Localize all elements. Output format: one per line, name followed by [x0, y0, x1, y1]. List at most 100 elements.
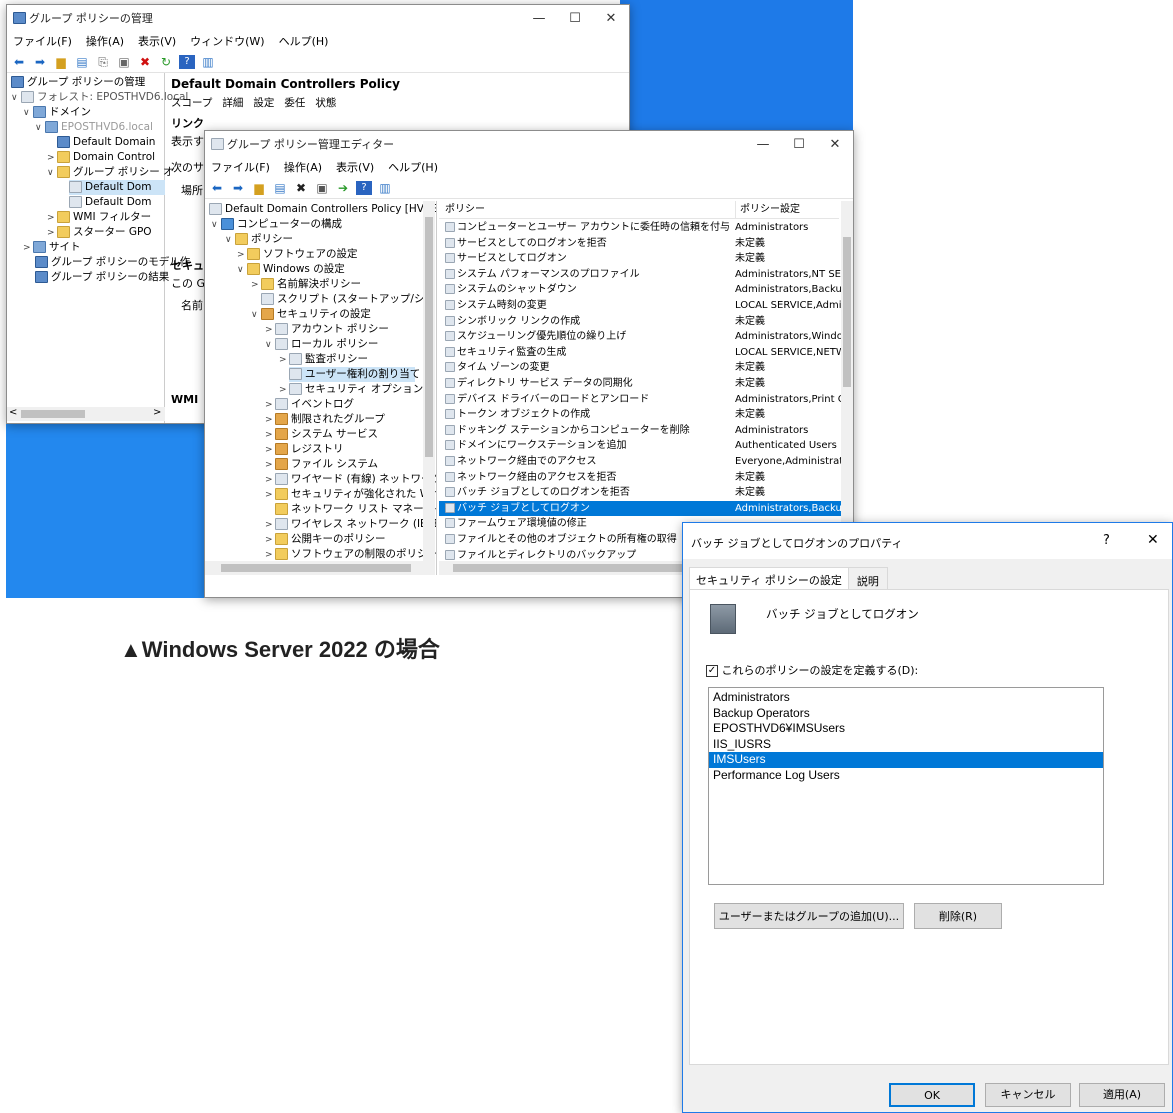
- policy-row[interactable]: バッチ ジョブとしてログオン Administrators,Backup O: [439, 500, 841, 517]
- add-user-button[interactable]: ユーザーまたはグループの追加(U)...: [714, 903, 904, 929]
- policy-row[interactable]: シンボリック リンクの作成 未定義: [439, 314, 841, 330]
- policy-row[interactable]: ディレクトリ サービス データの同期化 未定義: [439, 376, 841, 392]
- tree-security-options[interactable]: > セキュリティ オプション: [279, 382, 423, 397]
- ok-button[interactable]: OK: [889, 1083, 975, 1107]
- chevron-right-icon[interactable]: >: [47, 151, 57, 166]
- chevron-down-icon[interactable]: ∨: [35, 121, 45, 136]
- policy-row[interactable]: バッチ ジョブとしてのログオンを拒否 未定義: [439, 485, 841, 501]
- properties-icon[interactable]: ▥: [200, 55, 216, 69]
- tree-security-settings[interactable]: ∨ セキュリティの設定: [251, 307, 371, 322]
- tree-policy-root[interactable]: Default Domain Controllers Policy [HV4EP…: [209, 202, 436, 217]
- menu-view[interactable]: 表示(V): [336, 159, 374, 175]
- export-icon[interactable]: ➔: [335, 181, 351, 195]
- chevron-right-icon[interactable]: >: [265, 488, 275, 503]
- tree-restricted-groups[interactable]: > 制限されたグループ: [265, 412, 385, 427]
- chevron-right-icon[interactable]: >: [47, 226, 57, 241]
- policy-row[interactable]: スケジューリング優先順位の繰り上げ Administrators,Window: [439, 329, 841, 345]
- tree-hscrollbar[interactable]: < >: [7, 407, 165, 421]
- tree-software-restriction[interactable]: > ソフトウェアの制限のポリシー: [265, 547, 436, 562]
- tree-event-log[interactable]: > イベントログ: [265, 397, 354, 412]
- tree-scripts[interactable]: スクリプト (スタートアップ/シャットダ: [261, 292, 436, 307]
- refresh-icon[interactable]: ↻: [158, 55, 174, 69]
- tree-registry[interactable]: > レジストリ: [265, 442, 344, 457]
- maximize-icon[interactable]: ☐: [781, 137, 817, 152]
- policy-row[interactable]: セキュリティ監査の生成 LOCAL SERVICE,NETWO: [439, 345, 841, 361]
- tree-software-settings[interactable]: > ソフトウェアの設定: [237, 247, 358, 262]
- policy-row[interactable]: コンピューターとユーザー アカウントに委任時の信頼を付与 Administrato…: [439, 220, 841, 236]
- checkbox-checked-icon[interactable]: ✓: [706, 665, 718, 677]
- chevron-down-icon[interactable]: ∨: [237, 263, 247, 278]
- chevron-right-icon[interactable]: >: [265, 323, 275, 338]
- chevron-down-icon[interactable]: ∨: [47, 166, 57, 181]
- chevron-right-icon[interactable]: >: [265, 443, 275, 458]
- menu-file[interactable]: ファイル(F): [13, 33, 72, 49]
- tree-domains[interactable]: ∨ ドメイン: [23, 105, 91, 120]
- chevron-right-icon[interactable]: >: [265, 473, 275, 488]
- tree-domain[interactable]: ∨ EPOSTHVD6.local: [35, 120, 153, 135]
- policy-row[interactable]: デバイス ドライバーのロードとアンロード Administrators,Print…: [439, 392, 841, 408]
- policy-row[interactable]: タイム ゾーンの変更 未定義: [439, 360, 841, 376]
- tree-audit-policy[interactable]: > 監査ポリシー: [279, 352, 368, 367]
- tab-status[interactable]: 状態: [315, 95, 336, 110]
- tree-user-rights[interactable]: ユーザー権利の割り当て: [289, 367, 420, 382]
- chevron-down-icon[interactable]: ∨: [23, 106, 33, 121]
- tree-wmi-filter[interactable]: > WMI フィルター: [47, 210, 151, 225]
- tree-file-system[interactable]: > ファイル システム: [265, 457, 378, 472]
- chevron-right-icon[interactable]: >: [279, 383, 289, 398]
- policy-row[interactable]: システム時刻の変更 LOCAL SERVICE,Adminis: [439, 298, 841, 314]
- tree-forest[interactable]: ∨ フォレスト: EPOSTHVD6.local: [11, 90, 188, 105]
- tree-system-services[interactable]: > システム サービス: [265, 427, 378, 442]
- chevron-right-icon[interactable]: >: [23, 241, 33, 256]
- scroll-thumb[interactable]: [221, 564, 411, 572]
- policy-row[interactable]: システム パフォーマンスのプロファイル Administrators,NT SER…: [439, 267, 841, 283]
- tab-explanation[interactable]: 説明: [848, 567, 888, 589]
- paste-icon[interactable]: ▣: [116, 55, 132, 69]
- member-list-item[interactable]: IIS_IUSRS: [709, 737, 1103, 753]
- list-vscrollbar[interactable]: [841, 201, 853, 561]
- column-setting[interactable]: ポリシー設定: [735, 201, 800, 219]
- chevron-right-icon[interactable]: >: [47, 211, 57, 226]
- chevron-down-icon[interactable]: ∨: [251, 308, 261, 323]
- member-list-item[interactable]: Backup Operators: [709, 706, 1103, 722]
- show-tree-icon[interactable]: ▤: [74, 55, 90, 69]
- chevron-down-icon[interactable]: ∨: [265, 338, 275, 353]
- policy-row[interactable]: ネットワーク経由でのアクセス Everyone,Administrators: [439, 454, 841, 470]
- view-icon[interactable]: ▥: [377, 181, 393, 195]
- scroll-left-icon[interactable]: <: [9, 407, 17, 418]
- back-arrow-icon[interactable]: ⬅: [209, 181, 225, 195]
- member-list-item[interactable]: EPOSTHVD6¥IMSUsers: [709, 721, 1103, 737]
- menu-file[interactable]: ファイル(F): [211, 159, 270, 175]
- policy-row[interactable]: システムのシャットダウン Administrators,Backup O: [439, 282, 841, 298]
- close-icon[interactable]: ✕: [817, 137, 853, 152]
- policy-row[interactable]: サービスとしてログオン 未定義: [439, 251, 841, 267]
- chevron-down-icon[interactable]: ∨: [225, 233, 235, 248]
- scroll-thumb[interactable]: [425, 217, 433, 457]
- menu-action[interactable]: 操作(A): [284, 159, 322, 175]
- scroll-right-icon[interactable]: >: [153, 407, 161, 418]
- show-tree-icon[interactable]: ▤: [272, 181, 288, 195]
- apply-button[interactable]: 適用(A): [1079, 1083, 1165, 1107]
- close-icon[interactable]: ✕: [593, 11, 629, 26]
- chevron-right-icon[interactable]: >: [279, 353, 289, 368]
- menu-action[interactable]: 操作(A): [86, 33, 124, 49]
- policy-row[interactable]: ドッキング ステーションからコンピューターを削除 Administrators: [439, 423, 841, 439]
- properties-icon[interactable]: ▣: [314, 181, 330, 195]
- tree-local-policy[interactable]: ∨ ローカル ポリシー: [265, 337, 378, 352]
- tree-sites[interactable]: > サイト: [23, 240, 81, 255]
- tree-account-policy[interactable]: > アカウント ポリシー: [265, 322, 389, 337]
- menu-window[interactable]: ウィンドウ(W): [190, 33, 264, 49]
- tree-windows-settings[interactable]: ∨ Windows の設定: [237, 262, 345, 277]
- chevron-right-icon[interactable]: >: [265, 428, 275, 443]
- chevron-right-icon[interactable]: >: [265, 518, 275, 533]
- chevron-right-icon[interactable]: >: [265, 398, 275, 413]
- tree-wireless-network[interactable]: > ワイヤレス ネットワーク (IEEE 8: [265, 517, 436, 533]
- cancel-button[interactable]: キャンセル: [985, 1083, 1071, 1107]
- member-list-item[interactable]: IMSUsers: [709, 752, 1103, 768]
- tree-default-domain[interactable]: Default Domain: [57, 135, 155, 150]
- up-folder-icon[interactable]: ▆: [251, 181, 267, 195]
- help-icon[interactable]: ?: [179, 54, 195, 69]
- members-listbox[interactable]: Administrators Backup Operators EPOSTHVD6¥…: [708, 687, 1104, 885]
- chevron-right-icon[interactable]: >: [265, 413, 275, 428]
- tree-hscrollbar[interactable]: [205, 561, 435, 575]
- minimize-icon[interactable]: —: [521, 11, 557, 26]
